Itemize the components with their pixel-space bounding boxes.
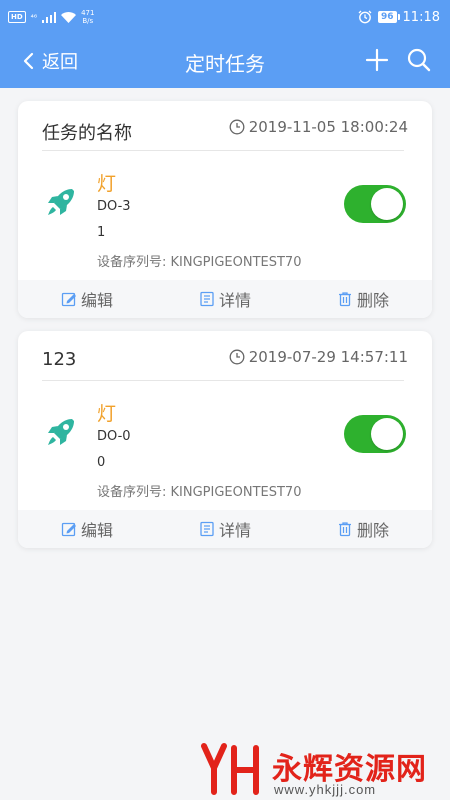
rocket-icon [48, 419, 74, 445]
search-icon [407, 48, 431, 72]
task-actions: 编辑 详情 删除 [18, 510, 432, 548]
cell-signal-icon [42, 11, 57, 23]
alarm-icon [358, 10, 372, 24]
task-enable-toggle[interactable] [344, 415, 406, 453]
task-card[interactable]: 123 2019-07-29 14:57:11 灯 DO-0 0 设备序列号: … [18, 331, 432, 548]
device-value: 0 [97, 455, 106, 470]
edit-button[interactable]: 编辑 [18, 280, 156, 318]
status-left: HD ⁴⁶ 471 B/s [8, 9, 94, 25]
task-actions: 编辑 详情 删除 [18, 280, 432, 318]
watermark: 永辉资源网 www.yhkjjj.com [200, 738, 450, 800]
detail-button[interactable]: 详情 [156, 280, 294, 318]
task-card[interactable]: 任务的名称 2019-11-05 18:00:24 灯 DO-3 1 设备序列号… [18, 101, 432, 318]
detail-label: 详情 [218, 521, 251, 540]
watermark-logo [201, 743, 259, 795]
clock-icon [229, 349, 245, 365]
trash-icon [338, 522, 351, 537]
chevron-left-icon [23, 52, 34, 70]
device-port: DO-3 [97, 199, 131, 214]
device-port: DO-0 [97, 429, 131, 444]
device-name: 灯 [97, 403, 117, 425]
task-name: 123 [42, 349, 77, 370]
document-icon [200, 291, 214, 307]
trash-icon [338, 292, 351, 307]
task-name: 任务的名称 [42, 123, 132, 144]
task-time: 2019-11-05 18:00:24 [229, 118, 408, 136]
back-label: 返回 [42, 52, 78, 73]
divider [42, 150, 404, 151]
wifi-icon [61, 11, 77, 23]
device-serial: 设备序列号: KINGPIGEONTEST70 [97, 255, 302, 270]
device-serial: 设备序列号: KINGPIGEONTEST70 [97, 485, 302, 500]
watermark-url: www.yhkjjj.com [274, 782, 377, 797]
task-enable-toggle[interactable] [344, 185, 406, 223]
clock: 11:18 [402, 9, 440, 25]
search-button[interactable] [406, 47, 432, 73]
toggle-knob [371, 188, 403, 220]
task-card-header: 任务的名称 2019-11-05 18:00:24 [18, 101, 432, 153]
document-icon [200, 521, 214, 537]
delete-button[interactable]: 删除 [294, 510, 432, 548]
rocket-icon [48, 189, 74, 215]
edit-icon [61, 522, 76, 537]
battery-indicator: 96 [378, 11, 400, 23]
edit-label: 编辑 [80, 291, 113, 310]
task-time-text: 2019-07-29 14:57:11 [248, 348, 408, 366]
plus-icon [365, 48, 389, 72]
device-value: 1 [97, 225, 106, 240]
net-speed: 471 B/s [81, 9, 94, 25]
device-name: 灯 [97, 173, 117, 195]
edit-label: 编辑 [80, 521, 113, 540]
detail-label: 详情 [218, 291, 251, 310]
net-speed-unit: B/s [82, 17, 94, 25]
delete-button[interactable]: 删除 [294, 280, 432, 318]
edit-button[interactable]: 编辑 [18, 510, 156, 548]
nav-bar: 返回 定时任务 [0, 34, 450, 88]
delete-label: 删除 [356, 521, 389, 540]
signal-label: ⁴⁶ [30, 12, 38, 22]
net-speed-value: 471 [81, 9, 95, 17]
task-time-text: 2019-11-05 18:00:24 [248, 118, 408, 136]
task-time: 2019-07-29 14:57:11 [229, 348, 408, 366]
delete-label: 删除 [356, 291, 389, 310]
status-bar: HD ⁴⁶ 471 B/s 96 11:18 [0, 0, 450, 34]
back-button[interactable]: 返回 [22, 48, 78, 74]
edit-icon [61, 292, 76, 307]
task-card-header: 123 2019-07-29 14:57:11 [18, 331, 432, 383]
divider [42, 380, 404, 381]
hd-badge: HD [8, 11, 26, 23]
add-button[interactable] [364, 47, 390, 73]
toggle-knob [371, 418, 403, 450]
detail-button[interactable]: 详情 [156, 510, 294, 548]
clock-icon [229, 119, 245, 135]
status-right: 96 11:18 [358, 10, 440, 25]
